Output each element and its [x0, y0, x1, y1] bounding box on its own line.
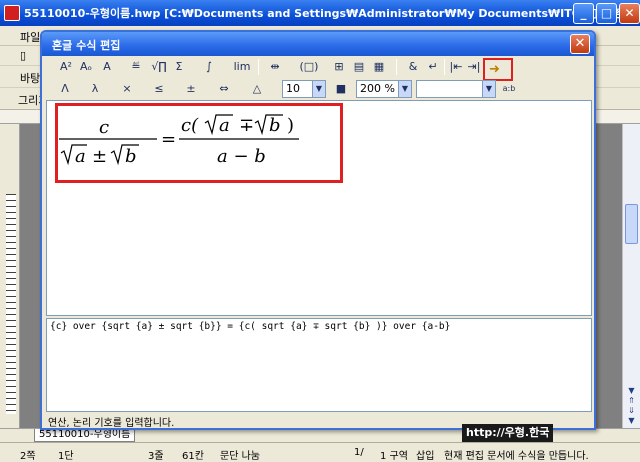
root-icon[interactable]: √∏ [150, 58, 168, 76]
app-icon [4, 5, 20, 21]
table-icon[interactable]: ▤ [352, 58, 366, 76]
misc-symbol-icon[interactable]: △ [250, 80, 264, 98]
rhs-denominator: a − b [217, 146, 266, 167]
window-title: 55110010-우형이름.hwp [C:₩Documents and Sett… [24, 7, 631, 20]
rhs-numerator-c: c( [181, 115, 199, 136]
status-bar: 2쪽 1단 3줄 61칸 문단 나눔 1/ 1 구역 삽입 현재 편집 문서에 … [0, 442, 640, 462]
chevron-down-icon: ▼ [482, 81, 495, 97]
font-select[interactable]: ▼ [416, 80, 496, 98]
watermark: http://우형.한국 [462, 424, 554, 442]
zoom-select[interactable]: 200 % ▼ [356, 80, 412, 98]
equation-toolbar-2: Λ λ × ≤ ± ⇔ △ 10 ▼ ■ 200 % ▼ ▼ a:b [44, 78, 592, 100]
integral-icon[interactable]: ∫ [202, 58, 216, 76]
dialog-close-button[interactable]: ✕ [570, 34, 590, 54]
newline-icon[interactable]: ↵ [426, 58, 440, 76]
plusminus-icon[interactable]: ± [184, 80, 198, 98]
new-doc-icon[interactable]: ▯ [20, 49, 26, 62]
document-tab[interactable]: 55110010-우형이름 [34, 429, 136, 442]
rhs-numerator-b: b [269, 115, 281, 136]
chevron-down-icon: ▼ [312, 81, 325, 97]
status-message: 현재 편집 문서에 수식을 만듭니다. [444, 451, 589, 462]
vertical-scrollbar[interactable]: ▼ ⇑ ⇓ ▼ [622, 124, 640, 428]
lhs-denominator-a: a [75, 146, 86, 167]
color-icon[interactable]: ■ [334, 80, 348, 98]
rhs-numerator-op: ∓ [239, 115, 254, 136]
style-combo[interactable]: 바탕 [20, 70, 40, 86]
equation-script-editor[interactable]: {c} over {sqrt {a} ± sqrt {b}} = {c( sqr… [46, 318, 592, 412]
insert-equation-icon: ➜ [489, 62, 500, 77]
arrow-decoration-icon[interactable]: ⇹ [266, 58, 284, 76]
limit-icon[interactable]: lim [232, 58, 252, 76]
sum-icon[interactable]: Σ [172, 58, 186, 76]
lhs-numerator: c [99, 117, 109, 138]
dialog-title-bar: 혼글 수식 편집 ✕ [42, 32, 594, 56]
superscript-icon[interactable]: A² [58, 58, 74, 76]
operator-icon[interactable]: × [120, 80, 134, 98]
equation-preview[interactable]: c a ± b = c( a ∓ b ) a − b [46, 100, 592, 316]
equation-editor-dialog: 혼글 수식 편집 ✕ A² Aₒ A ≝ √∏ Σ ∫ lim ⇹ (□) ⊞ … [40, 30, 596, 430]
bracket-icon[interactable]: (□) [298, 58, 320, 76]
main-title-bar: 55110010-우형이름.hwp [C:₩Documents and Sett… [0, 0, 640, 26]
matrix-icon[interactable]: ⊞ [332, 58, 346, 76]
relation-icon[interactable]: ≤ [152, 80, 166, 98]
status-mode: 삽입 [416, 451, 435, 462]
equation-render: c a ± b = c( a ∓ b ) a − b [59, 114, 299, 167]
maximize-button[interactable]: □ [596, 3, 617, 24]
font-style-icon[interactable]: A [100, 58, 114, 76]
equation-script-text[interactable]: {c} over {sqrt {a} ± sqrt {b}} = {c( sqr… [50, 321, 450, 332]
status-line: 3줄 [148, 451, 164, 462]
greek-lower-icon[interactable]: λ [88, 80, 102, 98]
rhs-numerator-a: a [219, 115, 230, 136]
status-section: 1단 [58, 451, 74, 462]
chevron-down-icon: ▼ [398, 81, 411, 97]
logic-arrow-icon[interactable]: ⇔ [216, 80, 232, 98]
greek-upper-icon[interactable]: Λ [58, 80, 72, 98]
vertical-ruler [0, 124, 20, 428]
font-size-select[interactable]: 10 ▼ [282, 80, 326, 98]
status-column: 61칸 [182, 451, 204, 462]
abs-icon[interactable]: a:b [500, 80, 518, 98]
scroll-arrows-icon[interactable]: ▼ ⇑ ⇓ ▼ [625, 386, 638, 426]
status-page: 2쪽 [20, 451, 36, 462]
align-icon[interactable]: & [406, 58, 420, 76]
equals-sign: = [161, 129, 176, 150]
move-left-icon[interactable]: |⇤ [448, 58, 464, 76]
lhs-denominator-b: b [125, 146, 137, 167]
dialog-title: 혼글 수식 편집 [52, 39, 121, 52]
close-button[interactable]: ✕ [619, 3, 640, 24]
lhs-denominator-op: ± [92, 146, 107, 167]
status-zone: 1 구역 [380, 451, 408, 462]
rhs-numerator-close: ) [287, 115, 294, 136]
fraction-icon[interactable]: ≝ [128, 58, 144, 76]
grid-icon[interactable]: ▦ [372, 58, 386, 76]
scroll-thumb[interactable] [625, 204, 638, 244]
minimize-button[interactable]: _ [573, 3, 594, 24]
status-paragraph: 문단 나눔 [220, 451, 260, 462]
status-position: 1/ [354, 447, 364, 458]
move-right-icon[interactable]: ⇥| [466, 58, 482, 76]
subscript-icon[interactable]: Aₒ [78, 58, 94, 76]
